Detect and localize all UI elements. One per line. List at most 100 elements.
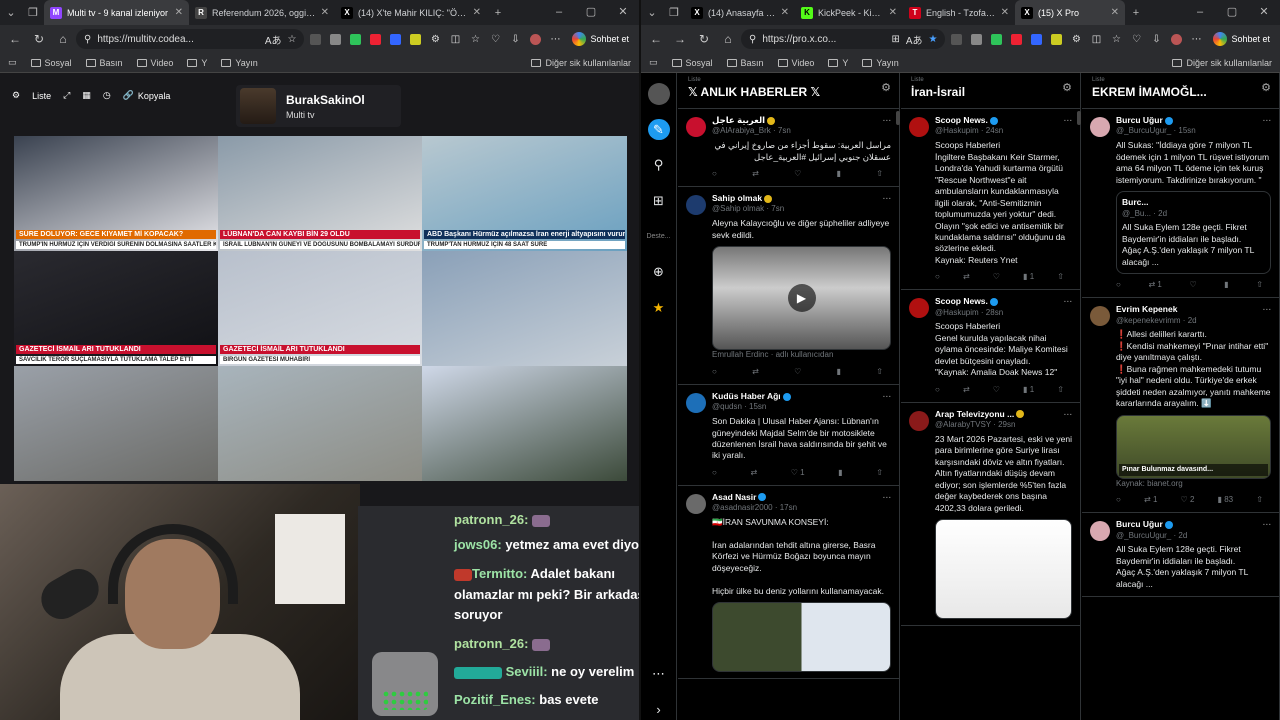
author-name[interactable]: Scoop News. xyxy=(935,115,1072,126)
favorite-star-icon[interactable]: ★ xyxy=(929,34,938,45)
bookmark-folder[interactable]: Y xyxy=(828,58,848,68)
grid-layout-icon[interactable]: ▦ xyxy=(82,90,91,101)
translate-icon[interactable]: ⊞ xyxy=(891,34,899,45)
workspaces-icon[interactable]: ❐ xyxy=(22,0,44,25)
more-icon[interactable]: ⋯ xyxy=(883,115,892,126)
close-icon[interactable]: ✕ xyxy=(321,7,329,18)
bookmark-folder[interactable]: Basın xyxy=(85,58,123,68)
extension-icon[interactable] xyxy=(947,30,965,48)
favorite-star-icon[interactable]: ☆ xyxy=(288,34,297,45)
stream-tile[interactable] xyxy=(422,251,627,366)
more-icon[interactable]: ⋯ xyxy=(1263,115,1272,126)
tab-list-icon[interactable]: ⌄ xyxy=(0,0,22,25)
more-icon[interactable]: ⋯ xyxy=(1263,519,1272,530)
tweet[interactable]: ⋯ Scoop News. @Haskupim · 24sn Scoops Haber… xyxy=(901,109,1080,291)
read-aloud-icon[interactable]: Aあ xyxy=(906,32,923,47)
views-icon[interactable]: ▮ 1 xyxy=(1023,272,1034,283)
more-icon[interactable]: ⋯ xyxy=(1263,304,1272,315)
list-button[interactable]: Liste xyxy=(32,91,51,101)
stream-tile[interactable] xyxy=(218,366,422,481)
avatar[interactable] xyxy=(686,195,706,215)
views-icon[interactable]: ▮ xyxy=(837,169,841,180)
share-icon[interactable]: ⇧ xyxy=(876,367,883,378)
collections-icon[interactable]: ♡ xyxy=(1127,30,1145,48)
expand-icon[interactable]: › xyxy=(648,698,670,720)
downloads-icon[interactable]: ⇩ xyxy=(506,30,524,48)
copilot-chat-button[interactable]: Sohbet et xyxy=(1207,32,1276,46)
close-icon[interactable]: ✕ xyxy=(781,7,789,18)
fullscreen-icon[interactable]: ⤢ xyxy=(63,90,70,101)
close-icon[interactable]: ✕ xyxy=(1111,7,1119,18)
avatar[interactable] xyxy=(1090,521,1110,542)
extension-icon[interactable] xyxy=(1007,30,1025,48)
home-icon[interactable]: ⌂ xyxy=(52,28,74,50)
avatar[interactable] xyxy=(1090,117,1110,137)
video-player[interactable]: ▶ xyxy=(712,246,891,351)
settings-gear-icon[interactable]: ⚙ xyxy=(12,90,20,101)
profile-avatar[interactable] xyxy=(1167,30,1185,48)
retweet-icon[interactable]: ⇄ 1 xyxy=(1148,280,1161,291)
new-deck-icon[interactable]: ⊕ xyxy=(648,261,670,283)
favorites-icon[interactable]: ☆ xyxy=(1107,30,1125,48)
author-name[interactable]: Kudüs Haber Ağı xyxy=(712,391,891,402)
author-name[interactable]: Sahip olmak xyxy=(712,193,891,204)
close-icon[interactable]: ✕ xyxy=(889,7,897,18)
collections-icon[interactable]: ♡ xyxy=(486,30,504,48)
column-settings-icon[interactable]: ⚙ xyxy=(1261,81,1271,94)
compose-post-icon[interactable]: ✎ xyxy=(647,118,670,141)
tab-referendum[interactable]: R Referendum 2026, oggi si vota: ✕ xyxy=(189,0,335,25)
extension-icon[interactable] xyxy=(306,30,324,48)
retweet-icon[interactable]: ⇄ xyxy=(963,272,970,283)
minimize-icon[interactable]: – xyxy=(1184,0,1216,25)
more-icon[interactable]: ⋯ xyxy=(1064,115,1073,126)
stream-tile[interactable] xyxy=(422,366,627,481)
bookmark-folder[interactable]: Sosyal xyxy=(671,58,713,68)
views-icon[interactable]: ▮ xyxy=(838,468,842,479)
views-icon[interactable]: ▮ 1 xyxy=(1023,385,1034,396)
tab-tzofar[interactable]: T English - Tzofar - Re ✕ xyxy=(903,0,1015,25)
tweet[interactable]: ⋯ Scoop News. @Haskupim · 28sn Scoops Haber… xyxy=(901,290,1080,403)
tweet[interactable]: ⋯ Kudüs Haber Ağı @qudsn · 15sn Son Dakika … xyxy=(678,385,899,486)
extension-icon[interactable] xyxy=(386,30,404,48)
extension-icon[interactable] xyxy=(366,30,384,48)
avatar[interactable] xyxy=(686,392,706,413)
stream-tile[interactable] xyxy=(14,366,218,481)
tweet[interactable]: ⋯ Asad Nasir @asadnasir2000 · 17sn 🇮🇷İRAN S… xyxy=(678,486,899,680)
avatar[interactable] xyxy=(686,493,706,514)
refresh-icon[interactable]: ↻ xyxy=(28,28,50,50)
decks-label[interactable]: Deste... xyxy=(646,226,670,248)
tweet[interactable]: ⋯ Arap Televizyonu ... @AlarabyTVSY · 29sn… xyxy=(901,403,1080,627)
reply-icon[interactable]: ○ xyxy=(935,385,940,396)
extensions-puzzle-icon[interactable]: ⚙ xyxy=(1067,30,1085,48)
author-name[interactable]: العربية عاجل xyxy=(712,115,891,126)
profile-avatar[interactable] xyxy=(647,83,670,105)
sidebar-toggle-icon[interactable]: ▭ xyxy=(649,57,658,68)
share-icon[interactable]: ⇧ xyxy=(1256,495,1263,506)
starred-deck-icon[interactable]: ★ xyxy=(648,297,670,319)
extension-icon[interactable] xyxy=(987,30,1005,48)
more-icon[interactable]: ⋯ xyxy=(648,663,670,685)
back-icon[interactable]: ← xyxy=(645,28,667,50)
more-icon[interactable]: ⋯ xyxy=(546,30,564,48)
more-icon[interactable]: ⋯ xyxy=(1187,30,1205,48)
like-icon[interactable]: ♡ 1 xyxy=(791,468,805,479)
maximize-icon[interactable]: ▢ xyxy=(575,0,607,25)
copy-link-button[interactable]: 🔗 Kopyala xyxy=(123,90,171,101)
new-tab-icon[interactable]: + xyxy=(487,0,509,25)
avatar[interactable] xyxy=(909,410,929,431)
maximize-icon[interactable]: ▢ xyxy=(1216,0,1248,25)
tweet[interactable]: ⋯ Evrim Kepenek @kepenekevrimm · 2d ❗Allesi… xyxy=(1082,298,1279,514)
url-field[interactable]: ⚲ https://multitv.codea... Aあ ☆ xyxy=(76,29,305,49)
like-icon[interactable]: ♡ 2 xyxy=(1181,495,1195,506)
author-name[interactable]: Scoop News. xyxy=(935,296,1072,307)
favorites-icon[interactable]: ☆ xyxy=(466,30,484,48)
close-window-icon[interactable]: ✕ xyxy=(1248,0,1280,25)
read-aloud-icon[interactable]: Aあ xyxy=(265,32,282,47)
bookmark-folder[interactable]: Y xyxy=(187,58,207,68)
like-icon[interactable]: ♡ xyxy=(993,385,1000,396)
profile-avatar[interactable] xyxy=(526,30,544,48)
site-info-icon[interactable]: ⚲ xyxy=(84,34,91,45)
bookmark-folder[interactable]: Basın xyxy=(726,58,764,68)
column-settings-icon[interactable]: ⚙ xyxy=(881,81,891,94)
refresh-icon[interactable]: ↻ xyxy=(693,28,715,50)
